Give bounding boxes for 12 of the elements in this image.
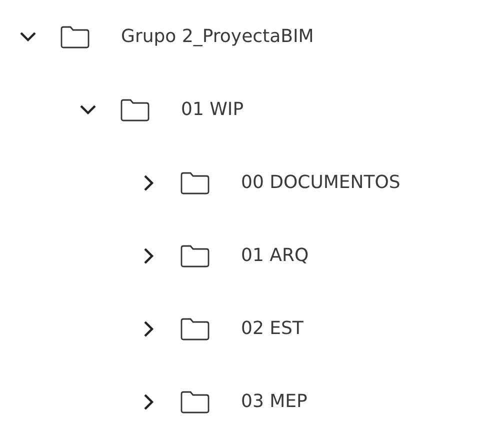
folder-icon — [180, 316, 210, 340]
folder-icon — [180, 244, 210, 268]
folder-icon — [120, 98, 150, 122]
folder-name[interactable]: 01 WIP — [181, 99, 244, 120]
folder-icon — [60, 24, 90, 48]
folder-name[interactable]: 01 ARQ — [241, 245, 309, 266]
folder-name[interactable]: 03 MEP — [241, 391, 308, 412]
folder-icon — [180, 390, 210, 414]
folder-icon — [180, 170, 210, 194]
folder-name[interactable]: Grupo 2_ProyectaBIM — [121, 26, 314, 47]
folder-name[interactable]: 00 DOCUMENTOS — [241, 172, 400, 193]
folder-name[interactable]: 02 EST — [241, 318, 304, 339]
